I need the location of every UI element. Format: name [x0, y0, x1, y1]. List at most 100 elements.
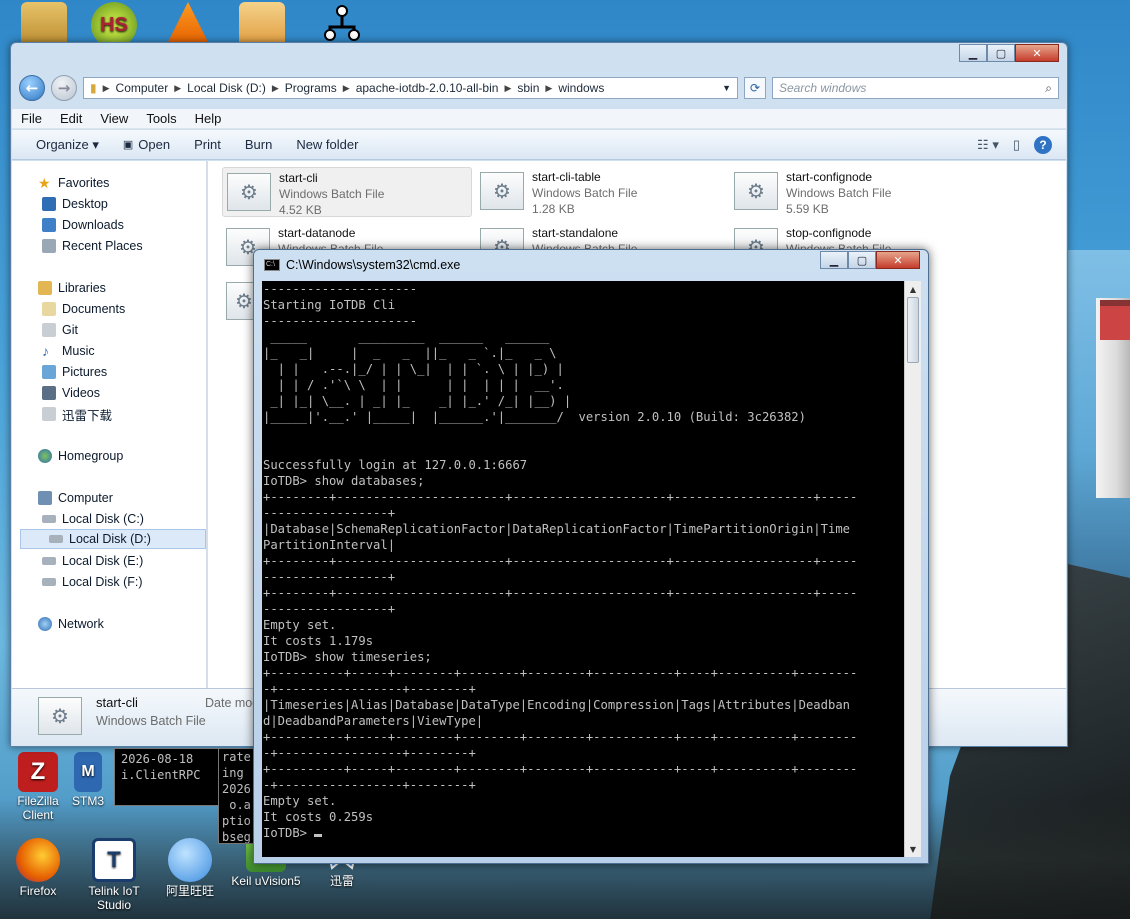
nav-label: Computer [58, 491, 113, 505]
minimize-button[interactable]: ▁ [820, 251, 848, 269]
console-line: Starting IoTDB Cli [263, 298, 396, 312]
breadcrumb-sbin[interactable]: sbin [517, 81, 539, 95]
maximize-button[interactable]: ▢ [987, 44, 1015, 62]
nav-downloads[interactable]: Downloads [42, 215, 124, 235]
cmd-window[interactable]: C:\ C:\Windows\system32\cmd.exe ▁ ▢ ✕ --… [253, 249, 929, 864]
close-button[interactable]: ✕ [1015, 44, 1059, 62]
nav-pictures[interactable]: Pictures [42, 362, 107, 382]
breadcrumb-iotdb[interactable]: apache-iotdb-2.0.10-all-bin [356, 81, 499, 95]
console-line: -+-----------------+--------+ [263, 778, 476, 792]
console-line: IoTDB> show timeseries; [263, 650, 432, 664]
back-button[interactable]: ← [19, 75, 45, 101]
nav-label: Recent Places [62, 239, 143, 253]
desktop-icon-telink[interactable]: T Telink IoT Studio [78, 838, 150, 912]
close-button[interactable]: ✕ [876, 251, 920, 269]
nav-label: Documents [62, 302, 126, 316]
console-line: | | / .'`\ \ | | | | | | | __'. [263, 378, 564, 392]
breadcrumb-computer[interactable]: Computer [116, 81, 169, 95]
desktop-icon-aliwangwang[interactable]: 阿里旺旺 [154, 838, 226, 898]
print-button[interactable]: Print [182, 137, 233, 152]
batch-file-icon: ⚙ [38, 697, 82, 735]
console-line: |_ _| | _ _ ||_ _ `.|_ _ \ [263, 346, 557, 360]
new-folder-button[interactable]: New folder [284, 137, 370, 152]
file-size: 5.59 KB [786, 202, 829, 216]
scroll-down-icon[interactable]: ▼ [905, 841, 921, 857]
console-line: +----------+-----+--------+--------+----… [263, 666, 858, 680]
nav-recent[interactable]: Recent Places [42, 236, 143, 256]
console-line: -+-----------------+--------+ [263, 746, 476, 760]
nav-label: Local Disk (F:) [62, 575, 143, 589]
console-scrollbar[interactable]: ▲ ▼ [904, 281, 921, 857]
menu-tools[interactable]: Tools [137, 111, 185, 126]
nav-label: Favorites [58, 176, 110, 190]
nav-desktop[interactable]: Desktop [42, 194, 108, 214]
nav-label: Videos [62, 386, 100, 400]
nav-videos[interactable]: Videos [42, 383, 100, 403]
console-line: -----------------+ [263, 602, 396, 616]
console-line: IoTDB> show databases; [263, 474, 425, 488]
nav-disk-d[interactable]: Local Disk (D:) [20, 529, 206, 549]
console-line: -+-----------------+--------+ [263, 682, 476, 696]
nav-disk-f[interactable]: Local Disk (F:) [42, 572, 143, 592]
breadcrumb-programs[interactable]: Programs [285, 81, 337, 95]
search-input[interactable]: Search windows ⌕ [772, 77, 1059, 99]
nav-documents[interactable]: Documents [42, 299, 125, 319]
nav-computer[interactable]: Computer [38, 488, 113, 508]
command-bar: Organize ▾ ▣ Open Print Burn New folder ☷… [12, 130, 1066, 160]
git-icon [42, 323, 56, 337]
nav-network[interactable]: Network [38, 614, 104, 634]
console-line: +----------+-----+--------+--------+----… [263, 730, 858, 744]
file-name: start-cli [279, 171, 318, 185]
nav-homegroup[interactable]: Homegroup [38, 446, 123, 466]
desktop-icon-filezilla[interactable]: Z FileZilla Client [2, 752, 74, 822]
nav-favorites[interactable]: ★ Favorites [38, 173, 109, 193]
file-item[interactable]: ⚙ start-cli Windows Batch File 4.52 KB [222, 167, 472, 217]
nav-git[interactable]: Git [42, 320, 78, 340]
refresh-button[interactable]: ⟳ [744, 77, 766, 99]
nav-label: Network [58, 617, 104, 631]
navigation-pane: ★ Favorites Desktop Downloads Recent Plac… [12, 161, 207, 688]
help-icon[interactable]: ? [1034, 135, 1052, 154]
view-options-icon[interactable]: ☷ ▾ [977, 137, 999, 153]
disk-drive-icon [42, 578, 56, 586]
open-button[interactable]: ▣ Open [111, 137, 182, 152]
nav-xunlei[interactable]: 迅雷下载 [42, 404, 112, 424]
minimize-button[interactable]: ▁ [959, 44, 987, 62]
preview-pane-icon[interactable]: ▯ [1013, 137, 1020, 153]
nav-music[interactable]: ♪ Music [42, 341, 95, 361]
file-item[interactable]: ⚙ start-confignode Windows Batch File 5.… [730, 167, 980, 217]
computer-icon [38, 491, 52, 505]
nav-disk-c[interactable]: Local Disk (C:) [42, 509, 144, 529]
details-file-name: start-cli [96, 695, 138, 710]
breadcrumb-windows[interactable]: windows [558, 81, 604, 95]
desktop-icon-stm[interactable]: M STM3 [66, 752, 110, 808]
open-label: Open [138, 137, 171, 152]
breadcrumb-disk-d[interactable]: Local Disk (D:) [187, 81, 266, 95]
file-item[interactable]: ⚙ start-cli-table Windows Batch File 1.2… [476, 167, 726, 217]
nav-libraries[interactable]: Libraries [38, 278, 106, 298]
desktop-icon-firefox[interactable]: Firefox [2, 838, 74, 898]
recent-places-icon [42, 239, 56, 253]
console-output[interactable]: --------------------- Starting IoTDB Cli -… [262, 281, 904, 857]
maximize-button[interactable]: ▢ [848, 251, 876, 269]
menu-view[interactable]: View [91, 111, 137, 126]
homegroup-icon [38, 449, 52, 463]
organize-button[interactable]: Organize ▾ [12, 137, 111, 153]
chevron-right-icon: ▶ [271, 82, 279, 93]
address-bar[interactable]: ▮ ▶ Computer ▶ Local Disk (D:) ▶ Program… [83, 77, 738, 99]
console-prompt: IoTDB> [263, 826, 315, 840]
nav-disk-e[interactable]: Local Disk (E:) [42, 551, 143, 571]
burn-button[interactable]: Burn [233, 137, 284, 152]
forward-button[interactable]: → [51, 75, 77, 101]
menu-help[interactable]: Help [186, 111, 231, 126]
chevron-down-icon[interactable]: ▼ [716, 83, 737, 93]
open-icon: ▣ [122, 139, 134, 151]
scroll-thumb[interactable] [907, 297, 919, 363]
telink-icon: T [92, 838, 136, 882]
scroll-up-icon[interactable]: ▲ [905, 281, 921, 297]
disk-drive-icon [42, 557, 56, 565]
desktop-icon-label: FileZilla Client [17, 794, 59, 822]
menu-file[interactable]: File [12, 111, 51, 126]
menu-edit[interactable]: Edit [51, 111, 91, 126]
desktop-icon-label: Telink IoT Studio [88, 884, 140, 912]
